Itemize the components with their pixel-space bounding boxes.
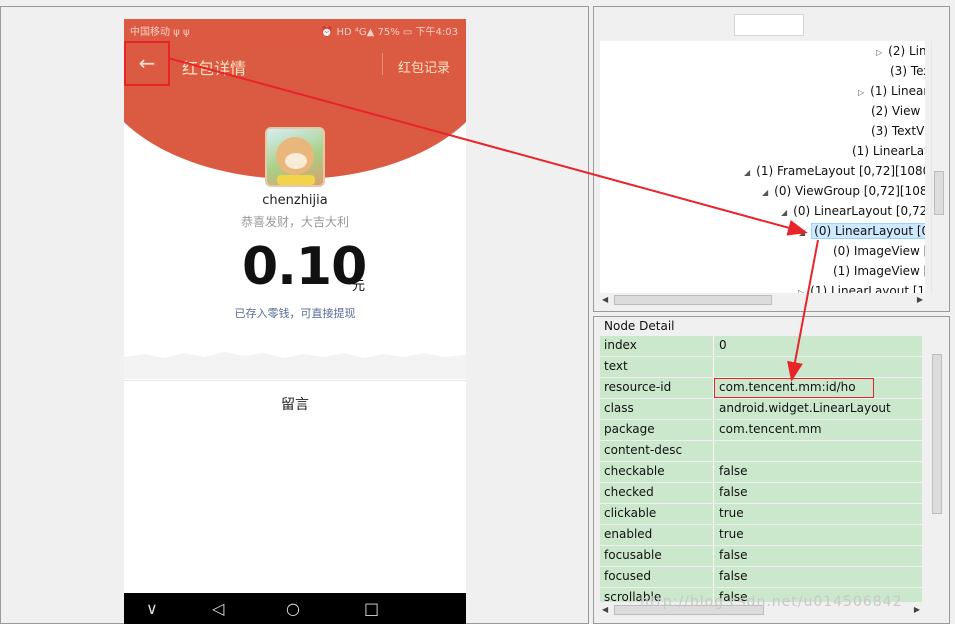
- system-nav-bar: ∨ ◁ ○ □: [124, 593, 466, 624]
- tree-node[interactable]: (0) ImageView [: [833, 241, 925, 261]
- tree-filter-input[interactable]: [734, 14, 804, 36]
- table-row[interactable]: focusable false: [600, 546, 922, 566]
- table-row[interactable]: clickable true: [600, 504, 922, 524]
- table-row[interactable]: class android.widget.LinearLayout: [600, 399, 922, 419]
- greeting-text: 恭喜发财，大吉大利: [240, 215, 349, 229]
- amount-unit: 元: [352, 279, 366, 294]
- tree-node-selected[interactable]: ◢ (0) LinearLayout [0,: [799, 221, 925, 241]
- nav-home-icon[interactable]: ○: [286, 599, 300, 618]
- sender-name: chenzhijia: [262, 193, 328, 208]
- screenshot-pane: 中国移动 ψ ψ ⏰ HD ⁴G▲ 75% ▭ 下午4:03 ← 红包详情 红包…: [0, 6, 589, 624]
- table-row[interactable]: checkable false: [600, 462, 922, 482]
- torn-edge-divider: [124, 352, 466, 379]
- nav-back-icon[interactable]: ◁: [212, 599, 224, 618]
- table-row[interactable]: enabled true: [600, 525, 922, 545]
- table-row[interactable]: index 0: [600, 336, 922, 356]
- table-row[interactable]: content-desc: [600, 441, 922, 461]
- hierarchy-pane: ▷(2) Lin (3) Tex ▷(1) Linear (2) View [ …: [593, 6, 950, 312]
- avatar-dog-collar: [277, 175, 315, 185]
- tree-horizontal-scrollbar[interactable]: ◀ ▶: [600, 293, 925, 307]
- page-title: 红包详情: [182, 59, 247, 78]
- tree-node[interactable]: (1) LinearLay: [852, 141, 925, 161]
- table-row[interactable]: checked false: [600, 483, 922, 503]
- tree-node[interactable]: ▷ (2) Lin: [876, 41, 925, 61]
- table-row[interactable]: package com.tencent.mm: [600, 420, 922, 440]
- scroll-left-icon[interactable]: ◀: [602, 295, 608, 304]
- tree-node[interactable]: ◢ (0) ViewGroup [0,72][1080: [762, 181, 925, 201]
- detail-vertical-scroll-thumb[interactable]: [932, 354, 942, 514]
- message-button[interactable]: 留言: [124, 394, 466, 414]
- table-row[interactable]: resource-id com.tencent.mm:id/ho: [600, 378, 922, 398]
- status-bar: 中国移动 ψ ψ ⏰ HD ⁴G▲ 75% ▭ 下午4:03: [124, 19, 466, 41]
- status-indicators: ⏰ HD ⁴G▲ 75% ▭ 下午4:03: [320, 27, 458, 38]
- tree-vertical-scroll-thumb[interactable]: [934, 171, 944, 215]
- scroll-right-icon[interactable]: ▶: [917, 295, 923, 304]
- phone-screen: 中国移动 ψ ψ ⏰ HD ⁴G▲ 75% ▭ 下午4:03 ← 红包详情 红包…: [124, 19, 466, 624]
- watermark: http://blog.csdn.net/u014506842: [640, 594, 903, 610]
- tree-node[interactable]: ◢ (0) LinearLayout [0,72][: [781, 201, 925, 221]
- nav-recent-icon[interactable]: □: [364, 599, 379, 618]
- tree-horizontal-scroll-thumb[interactable]: [614, 295, 772, 305]
- nav-hide-icon[interactable]: ∨: [146, 599, 158, 618]
- detail-vertical-scrollbar[interactable]: [930, 336, 944, 602]
- saved-to-wallet-link[interactable]: 已存入零钱，可直接提现: [124, 305, 466, 321]
- tree-node[interactable]: (2) View [: [871, 101, 925, 121]
- amount-value: 0.10: [242, 237, 367, 297]
- header-divider: [382, 53, 383, 75]
- scroll-left-icon[interactable]: ◀: [602, 605, 608, 614]
- tree-vertical-scrollbar[interactable]: [931, 41, 945, 293]
- back-arrow-icon[interactable]: ←: [124, 41, 170, 86]
- hierarchy-tree: ▷(2) Lin (3) Tex ▷(1) Linear (2) View [ …: [600, 41, 925, 293]
- table-row[interactable]: focused false: [600, 567, 922, 587]
- tree-node[interactable]: ▷ (1) LinearLayout [10: [798, 281, 925, 293]
- node-detail-title: Node Detail: [604, 319, 675, 333]
- table-row[interactable]: text: [600, 357, 922, 377]
- node-detail-pane: Node Detail index 0 text resource-id com.t…: [593, 316, 950, 624]
- tree-node[interactable]: (1) ImageView [: [833, 261, 925, 281]
- tree-node[interactable]: ◢ (1) FrameLayout [0,72][1080,2: [744, 161, 925, 181]
- node-detail-table: index 0 text resource-id com.tencent.mm:id…: [600, 336, 922, 602]
- avatar[interactable]: [265, 127, 325, 187]
- tree-node[interactable]: (3) Tex: [890, 61, 925, 81]
- avatar-dog-muzzle: [285, 153, 307, 169]
- message-divider: [124, 380, 466, 381]
- red-packet-record-link[interactable]: 红包记录: [398, 57, 450, 76]
- tree-node[interactable]: (3) TextVi: [871, 121, 925, 141]
- carrier-label: 中国移动 ψ ψ: [130, 27, 190, 38]
- tree-node[interactable]: ▷ (1) Linear: [858, 81, 925, 101]
- scroll-right-icon[interactable]: ▶: [914, 605, 920, 614]
